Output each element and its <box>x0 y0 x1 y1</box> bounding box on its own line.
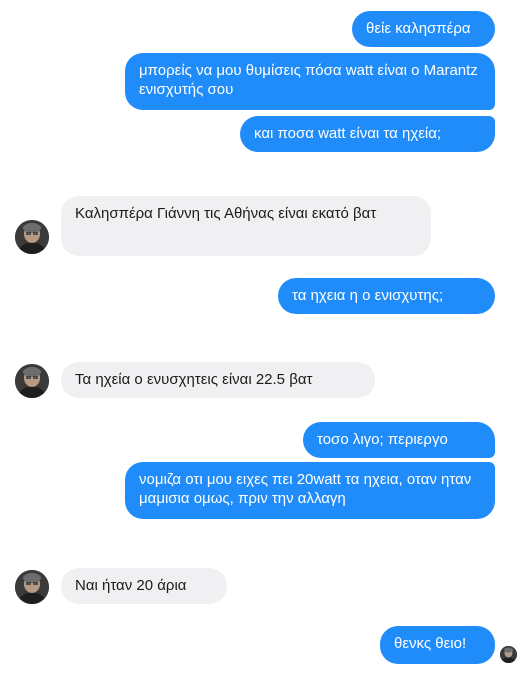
person-photo-icon <box>500 646 517 663</box>
incoming-message[interactable]: Τα ηχεία ο ενυσχητεις είναι 22.5 βατ <box>61 362 375 398</box>
incoming-message[interactable]: Ναι ήταν 20 άρια <box>61 568 227 604</box>
message-thread: θείε καλησπέρα μπορείς να μου θυμίσεις π… <box>0 0 519 677</box>
outgoing-message[interactable]: και ποσα watt είναι τα ηχεία; <box>240 116 495 152</box>
outgoing-message[interactable]: νομιζα οτι μου ειχες πει 20watt τα ηχεια… <box>125 462 495 519</box>
person-photo-icon <box>15 220 49 254</box>
person-photo-icon <box>15 364 49 398</box>
outgoing-message[interactable]: τοσο λιγο; περιεργο <box>303 422 495 458</box>
outgoing-message[interactable]: μπορείς να μου θυμίσεις πόσα watt είναι … <box>125 53 495 110</box>
outgoing-message[interactable]: τα ηχεια η ο ενισχυτης; <box>278 278 495 314</box>
contact-avatar[interactable] <box>15 220 49 254</box>
read-receipt-avatar <box>500 646 517 663</box>
contact-avatar[interactable] <box>15 364 49 398</box>
contact-avatar[interactable] <box>15 570 49 604</box>
outgoing-message[interactable]: θείε καλησπέρα <box>352 11 495 47</box>
person-photo-icon <box>15 570 49 604</box>
outgoing-message[interactable]: θενκς θειο! <box>380 626 495 664</box>
incoming-message[interactable]: Καλησπέρα Γιάννη τις Αθήνας είναι εκατό … <box>61 196 431 256</box>
